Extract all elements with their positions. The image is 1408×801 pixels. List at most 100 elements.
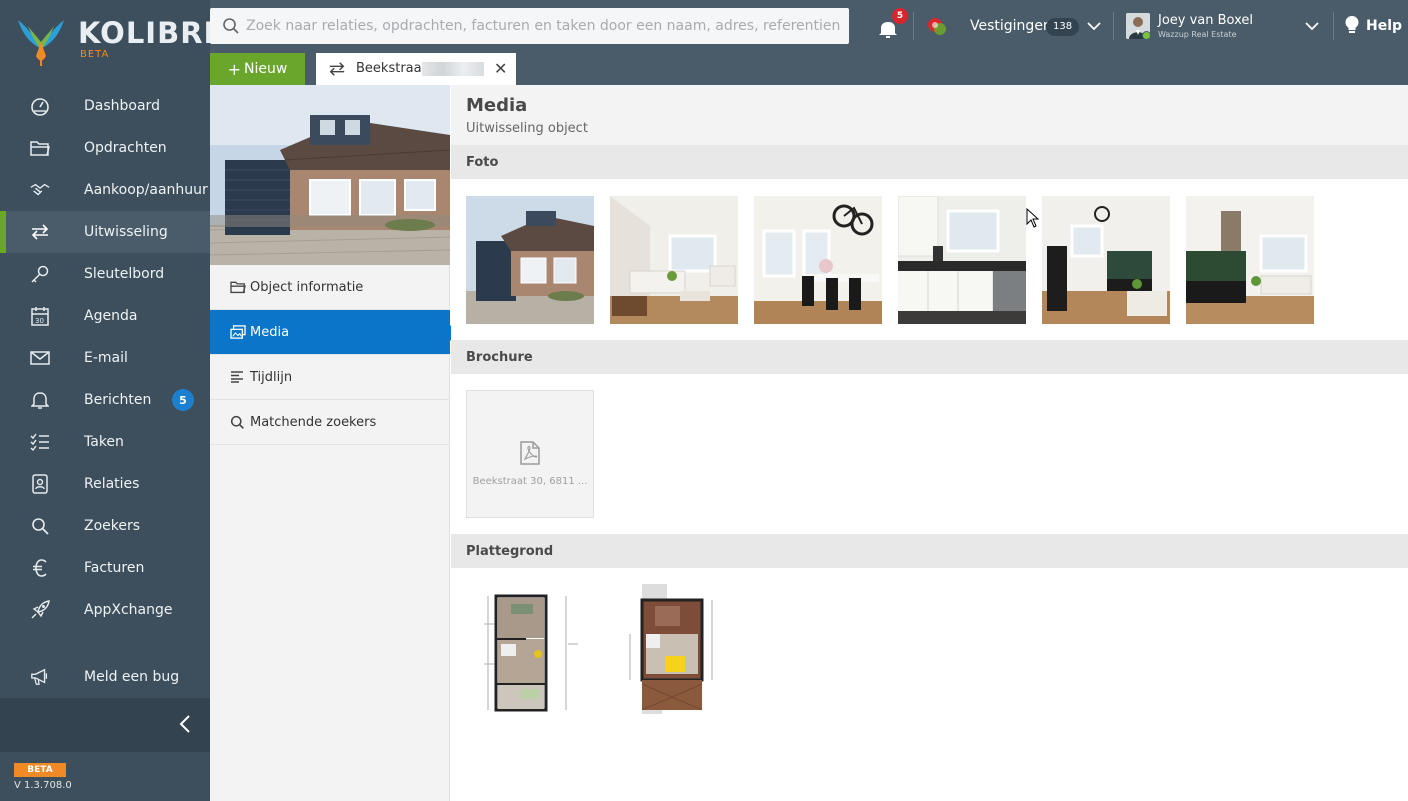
close-tab-icon[interactable]: ✕ — [494, 59, 507, 78]
section-title: Foto — [466, 155, 499, 170]
search-icon — [223, 18, 239, 34]
images-icon — [230, 324, 246, 340]
handshake-icon — [30, 180, 50, 200]
subnav-matchende-zoekers[interactable]: Matchende zoekers — [210, 400, 450, 445]
floorplan-first-floor[interactable] — [610, 584, 738, 714]
sidebar-item-dashboard[interactable]: Dashboard — [0, 85, 210, 127]
sidebar-item-uitwisseling[interactable]: Uitwisseling — [0, 211, 210, 253]
subnav-label: Object informatie — [250, 279, 364, 295]
key-icon — [30, 264, 50, 284]
floorplan-ground-floor[interactable] — [466, 584, 594, 714]
sidebar-item-label: Sleutelbord — [84, 266, 165, 282]
photo-living-room[interactable] — [610, 196, 738, 324]
exchange-icon — [30, 222, 50, 242]
brochure-file[interactable]: Beekstraat 30, 6811 ... — [466, 390, 594, 518]
sidebar-collapse-button[interactable] — [0, 698, 210, 752]
lightbulb-icon[interactable] — [1344, 15, 1360, 35]
contact-card-icon — [30, 474, 50, 494]
chevron-down-icon[interactable] — [1086, 19, 1102, 33]
office-logo-icon[interactable] — [926, 16, 948, 38]
subnav-object-informatie[interactable]: Object informatie — [210, 265, 450, 310]
sidebar-item-label: Berichten — [84, 392, 152, 408]
divider — [1333, 12, 1334, 40]
plus-icon: + — [227, 59, 242, 79]
pdf-file-icon — [520, 441, 540, 465]
sidebar-item-berichten[interactable]: Berichten 5 — [0, 379, 210, 421]
section-plattegrond: Plattegrond — [451, 534, 1408, 568]
notifications-button[interactable]: 5 — [878, 8, 908, 40]
chevron-down-icon[interactable] — [1304, 19, 1320, 33]
divider — [1113, 12, 1114, 40]
sidebar-item-label: Taken — [84, 434, 124, 450]
sidebar-item-email[interactable]: E-mail — [0, 337, 210, 379]
sidebar-item-appxchange[interactable]: AppXchange — [0, 589, 210, 631]
photo-living-aquarium[interactable] — [1042, 196, 1170, 324]
divider — [913, 12, 914, 40]
subnav-media[interactable]: Media — [210, 310, 458, 355]
global-search — [210, 8, 849, 44]
sidebar-item-label: AppXchange — [84, 602, 173, 618]
brand-beta-tag: BETA — [80, 49, 110, 60]
subnav-tijdlijn[interactable]: Tijdlijn — [210, 355, 450, 400]
folder-icon — [230, 279, 246, 295]
search-icon — [230, 414, 246, 430]
vestigingen-count-badge: 138 — [1046, 18, 1080, 36]
page-subtitle: Uitwisseling object — [466, 121, 588, 136]
vestigingen-label[interactable]: Vestigingen — [970, 18, 1052, 34]
kolibri-logo[interactable]: KOLIBRI BETA — [14, 12, 214, 68]
version-beta-badge: BETA — [14, 763, 66, 777]
sidebar-item-label: Opdrachten — [84, 140, 167, 156]
sidebar-item-aankoop[interactable]: Aankoop/aanhuur — [0, 169, 210, 211]
photo-dining-room[interactable] — [754, 196, 882, 324]
chevron-left-icon — [179, 715, 190, 733]
berichten-count-badge: 5 — [172, 389, 194, 411]
help-button[interactable]: Help — [1366, 18, 1402, 34]
section-brochure: Brochure — [451, 340, 1408, 374]
subnav-label: Tijdlijn — [250, 369, 293, 385]
tab-beekstraat[interactable]: Beekstraat ✕ — [316, 53, 516, 85]
subnav-label: Media — [250, 324, 290, 340]
sidebar-item-label: Zoekers — [84, 518, 141, 534]
sidebar-item-opdrachten[interactable]: Opdrachten — [0, 127, 210, 169]
online-status-dot — [1142, 31, 1151, 40]
hummingbird-logo-icon — [18, 20, 64, 66]
photo-kitchen[interactable] — [898, 196, 1026, 324]
bug-report-button[interactable]: Meld een bug — [0, 656, 210, 698]
calendar-icon: 30 — [30, 306, 50, 326]
page-header: Media Uitwisseling object — [451, 85, 1408, 145]
section-title: Plattegrond — [466, 544, 554, 559]
sidebar-item-zoekers[interactable]: Zoekers — [0, 505, 210, 547]
folder-icon — [30, 138, 50, 158]
mouse-cursor-icon — [1026, 208, 1040, 228]
search-input[interactable] — [246, 8, 841, 44]
brochure-filename: Beekstraat 30, 6811 ... — [472, 476, 588, 487]
object-hero-photo — [210, 85, 450, 265]
sidebar-item-agenda[interactable]: 30 Agenda — [0, 295, 210, 337]
section-foto: Foto — [451, 145, 1408, 179]
sidebar: KOLIBRI BETA Dashboard Opdrachten Aankoo… — [0, 0, 214, 801]
main-content: Media Uitwisseling object Foto Brochure … — [451, 85, 1408, 801]
tab-label: Beekstraat — [356, 61, 427, 76]
sidebar-item-relaties[interactable]: Relaties — [0, 463, 210, 505]
euro-icon — [30, 558, 50, 578]
sidebar-item-label: Relaties — [84, 476, 140, 492]
bug-report-label: Meld een bug — [84, 669, 180, 685]
envelope-icon — [30, 348, 50, 368]
app-version: V 1.3.708.0 — [14, 780, 72, 791]
section-title: Brochure — [466, 350, 533, 365]
sidebar-item-taken[interactable]: Taken — [0, 421, 210, 463]
photo-exterior[interactable] — [466, 196, 594, 324]
sidebar-item-facturen[interactable]: Facturen — [0, 547, 210, 589]
sidebar-item-sleutelbord[interactable]: Sleutelbord — [0, 253, 210, 295]
search-icon — [30, 516, 50, 536]
bell-icon — [30, 390, 50, 410]
sidebar-item-label: Agenda — [84, 308, 138, 324]
notification-count-badge: 5 — [892, 8, 908, 24]
new-button[interactable]: + Nieuw — [210, 53, 305, 85]
photo-living-wide[interactable] — [1186, 196, 1314, 324]
subnav-label: Matchende zoekers — [250, 414, 377, 430]
user-organization: Wazzup Real Estate — [1158, 30, 1237, 39]
sidebar-item-label: Dashboard — [84, 98, 160, 114]
user-name[interactable]: Joey van Boxel — [1158, 13, 1253, 28]
sidebar-item-label: Uitwisseling — [84, 224, 168, 240]
